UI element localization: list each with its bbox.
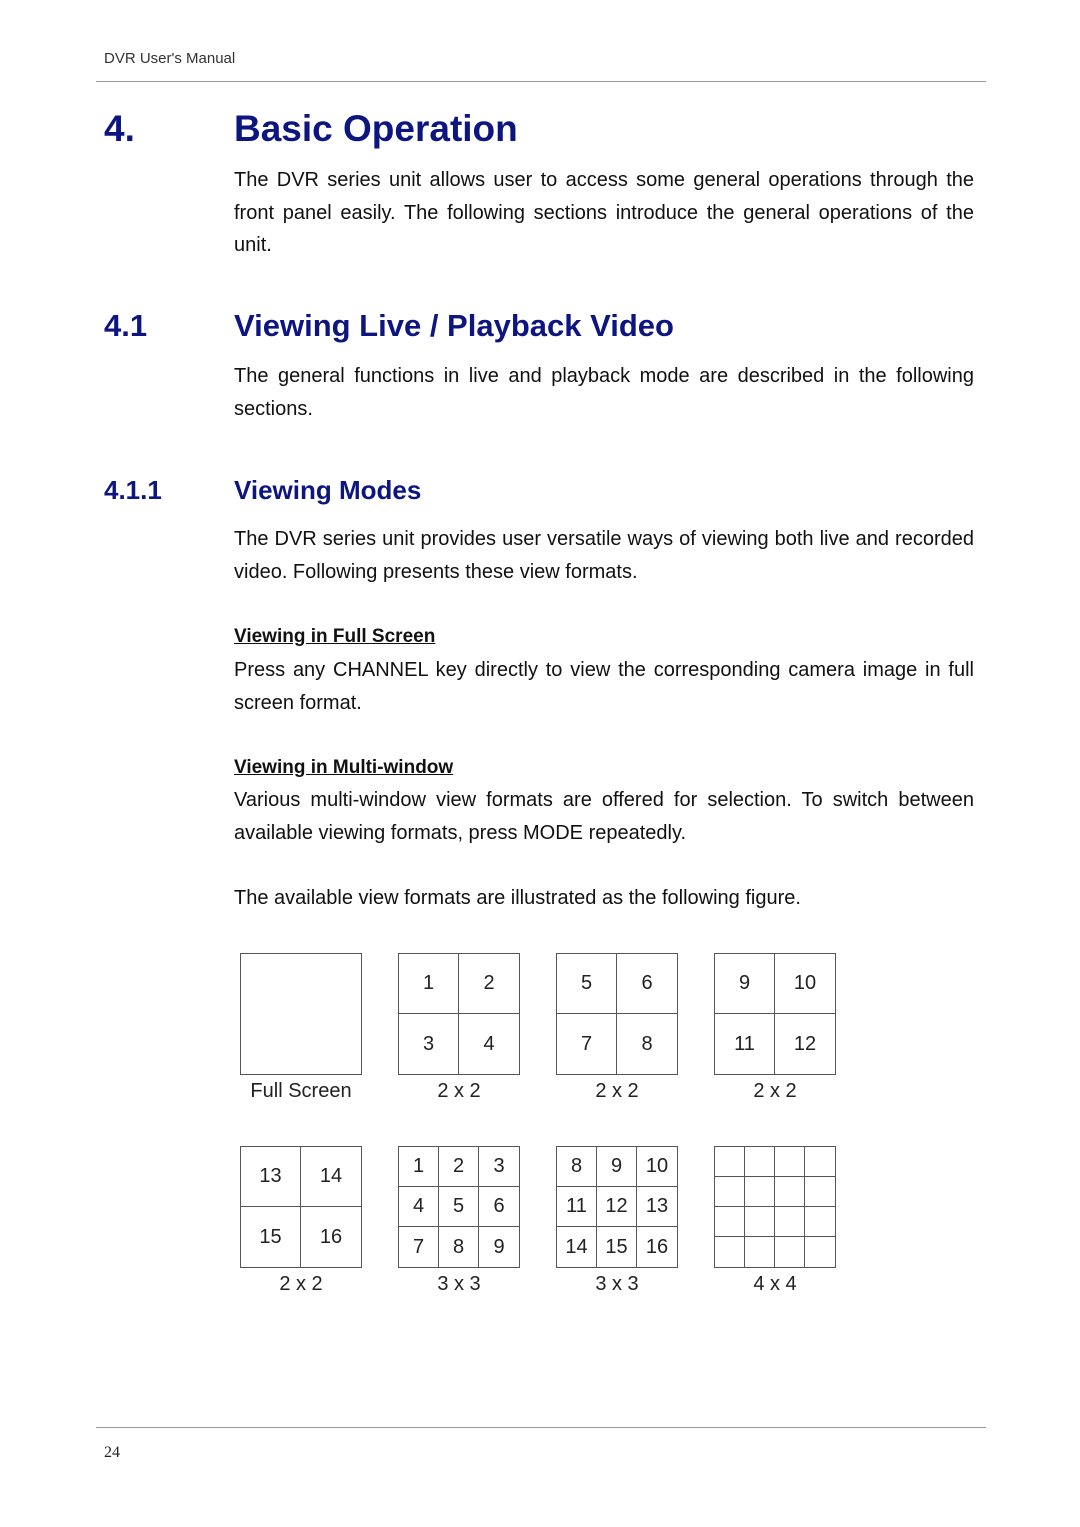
view-format-caption: 3 x 3: [595, 1273, 639, 1295]
channel-cell: [745, 1177, 775, 1207]
chapter-number: 4.: [104, 108, 135, 149]
subsection-intro: The DVR series unit provides user versat…: [234, 528, 974, 583]
channel-cell: 12: [597, 1187, 637, 1227]
view-format-diagram: 13 14 15 16: [240, 1146, 362, 1268]
view-format-caption: 2 x 2: [279, 1273, 323, 1295]
channel-cell: 5: [557, 954, 617, 1014]
channel-cell: 10: [775, 954, 835, 1014]
channel-cell: 13: [241, 1147, 301, 1207]
channel-cell: 9: [597, 1147, 637, 1187]
view-format-caption: 4 x 4: [753, 1273, 797, 1295]
view-format-diagram: 123 4: [398, 953, 520, 1075]
channel-cell: 7: [399, 1227, 439, 1267]
view-format-diagram: 8 9 10 11 12 13 14 15 16: [556, 1146, 678, 1268]
channel-cell: 4: [399, 1187, 439, 1227]
view-format-caption: 3 x 3: [437, 1273, 481, 1295]
channel-cell: [775, 1147, 805, 1177]
channel-cell: 12: [793, 1032, 817, 1055]
channel-cell: [715, 1177, 745, 1207]
view-format-caption: 2 x 2: [753, 1080, 797, 1102]
view-format-diagram: [714, 1146, 836, 1268]
subsection-title: Viewing Modes: [234, 475, 422, 505]
view-format-caption: Full Screen: [250, 1080, 352, 1102]
channel-cell: 15: [241, 1207, 301, 1267]
channel-cell: [775, 1237, 805, 1267]
channel-cell: [805, 1147, 835, 1177]
channel-cell: [745, 1207, 775, 1237]
channel-cell: 9: [715, 954, 775, 1014]
channel-cell: 3: [399, 1014, 459, 1074]
channel-cell: [805, 1207, 835, 1237]
view-format-caption: 2 x 2: [595, 1080, 639, 1102]
channel-cell: 3: [479, 1147, 519, 1187]
channel-cell: [715, 1147, 745, 1177]
multi-window-body: Various multi-window view formats are of…: [234, 789, 974, 844]
view-format-diagram: 567 8: [556, 953, 678, 1075]
channel-cell: 1: [399, 954, 459, 1014]
channel-cell: 6: [479, 1187, 519, 1227]
channel-cell: 5: [439, 1187, 479, 1227]
channel-cell: 4: [483, 1032, 495, 1055]
channel-cell: 14: [301, 1147, 361, 1207]
subsection-number: 4.1.1: [104, 475, 162, 505]
channel-cell: 1: [399, 1147, 439, 1187]
channel-cell: 6: [617, 954, 677, 1014]
view-format-caption: 2 x 2: [437, 1080, 481, 1102]
channel-cell: 2: [439, 1147, 479, 1187]
section-number: 4.1: [104, 308, 148, 343]
channel-cell: [775, 1207, 805, 1237]
channel-cell: [745, 1147, 775, 1177]
channel-cell: [775, 1177, 805, 1207]
full-screen-body: Press any CHANNEL key directly to view t…: [234, 659, 974, 714]
view-format-diagram: 123456789: [398, 1146, 520, 1268]
section-title: Viewing Live / Playback Video: [234, 308, 674, 343]
figure-intro: The available view formats are illustrat…: [234, 887, 801, 909]
footer-rule: [96, 1427, 986, 1428]
channel-cell: [745, 1237, 775, 1267]
channel-cell: 11: [557, 1187, 597, 1227]
channel-cell: 11: [715, 1014, 775, 1074]
chapter-title: Basic Operation: [234, 108, 518, 149]
channel-cell: [715, 1207, 745, 1237]
channel-cell: 15: [597, 1227, 637, 1267]
view-format-diagram: 9 10 11 12: [714, 953, 836, 1075]
channel-cell: 2: [459, 954, 519, 1014]
channel-cell: 14: [557, 1227, 597, 1267]
running-header: DVR User's Manual: [104, 50, 236, 67]
channel-cell: 13: [637, 1187, 677, 1227]
channel-cell: 8: [641, 1032, 653, 1055]
channel-cell: 10: [637, 1147, 677, 1187]
channel-cell: [805, 1237, 835, 1267]
channel-cell: 7: [557, 1014, 617, 1074]
section-intro: The general functions in live and playba…: [234, 365, 974, 420]
page-number: 24: [104, 1444, 120, 1461]
view-format-diagram: [240, 953, 362, 1075]
channel-cell: 16: [645, 1235, 669, 1258]
full-screen-heading: Viewing in Full Screen: [234, 626, 436, 647]
channel-cell: [805, 1177, 835, 1207]
channel-cell: 8: [557, 1147, 597, 1187]
header-rule: [96, 81, 986, 82]
chapter-intro: The DVR series unit allows user to acces…: [234, 169, 974, 256]
channel-cell: [715, 1237, 745, 1267]
channel-cell: 9: [493, 1235, 505, 1258]
channel-cell: 8: [439, 1227, 479, 1267]
channel-cell: 16: [319, 1225, 343, 1248]
multi-window-heading: Viewing in Multi-window: [234, 757, 454, 778]
